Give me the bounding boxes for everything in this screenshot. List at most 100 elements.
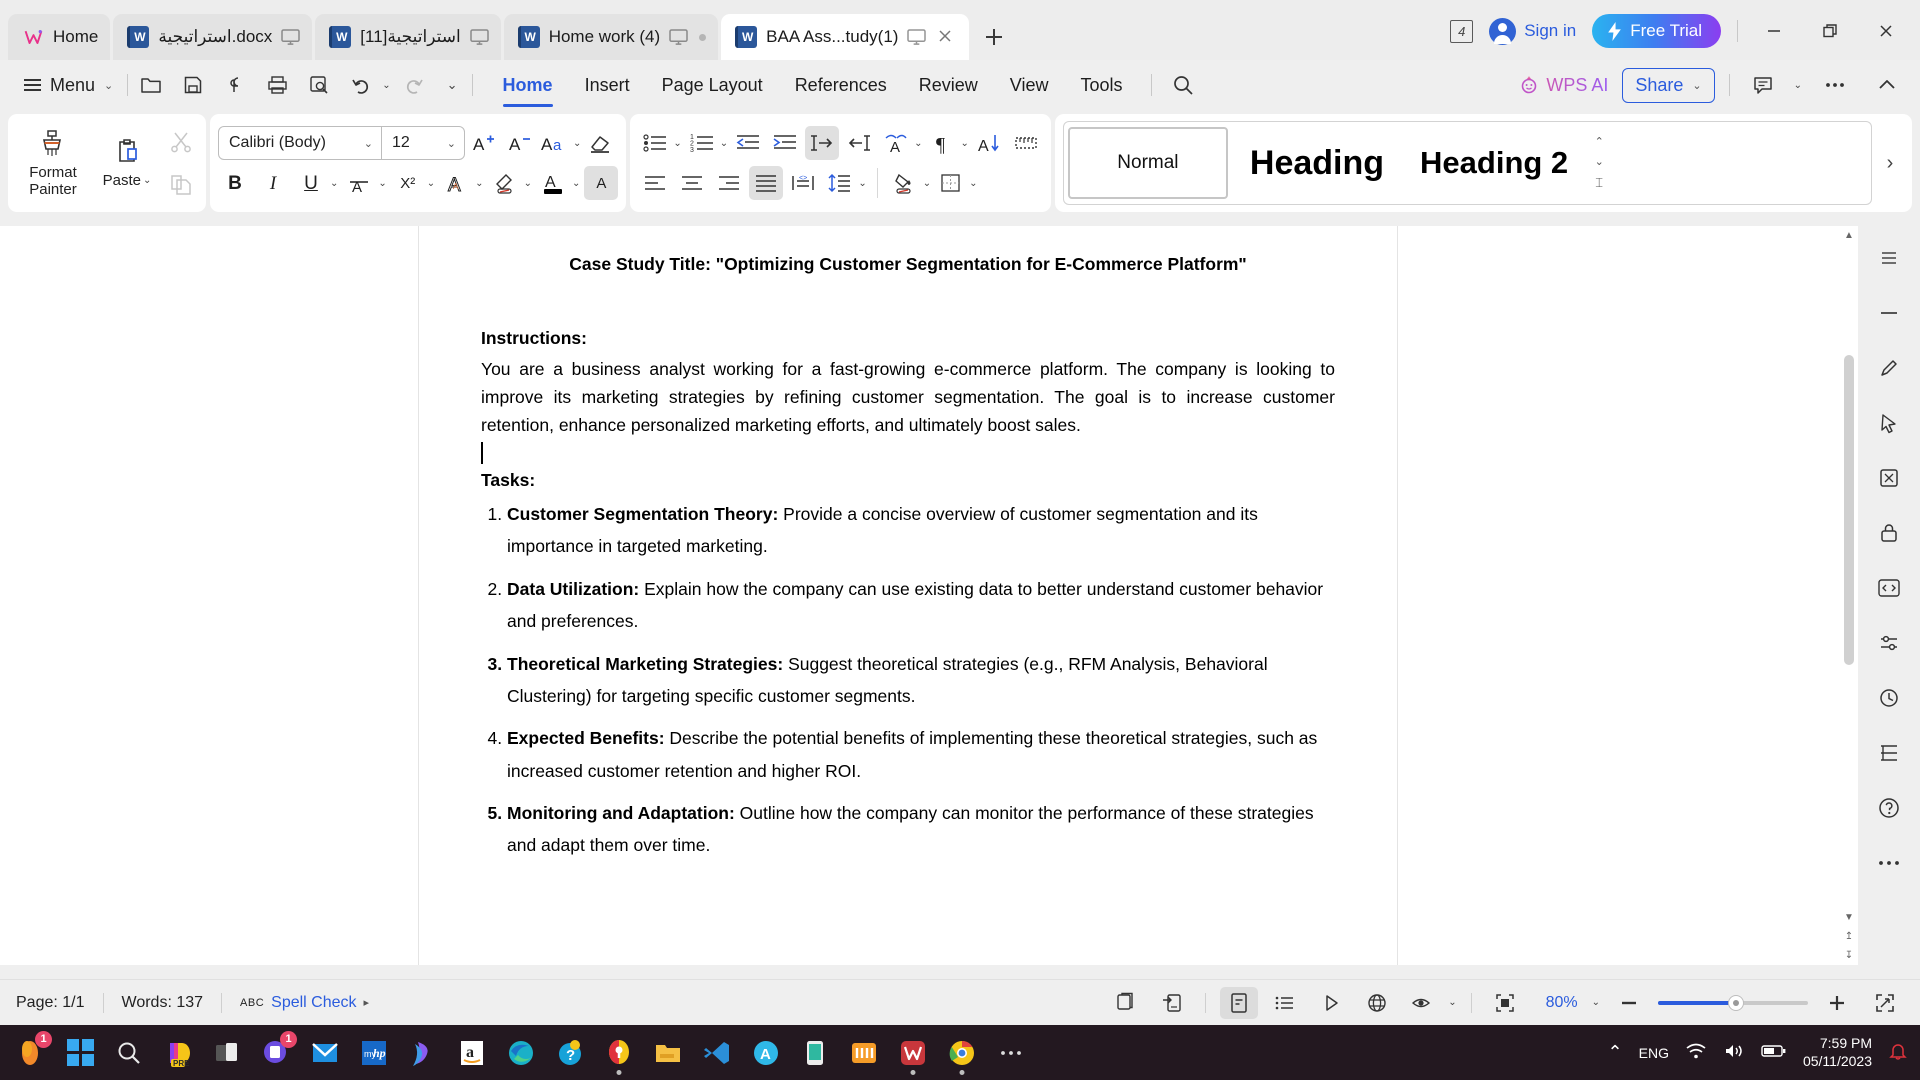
wps-ai-button[interactable]: WPS AI [1519, 75, 1608, 96]
chevron-down-icon[interactable]: ⌄ [330, 178, 338, 189]
crop-icon[interactable] [1869, 458, 1909, 498]
restore-button[interactable] [1810, 16, 1850, 46]
font-size-select[interactable]: 12 ⌄ [382, 127, 464, 159]
language-indicator[interactable]: ENG [1639, 1045, 1669, 1061]
zoom-out-button[interactable] [1610, 987, 1648, 1019]
chevron-down-icon[interactable]: ⌄ [1592, 997, 1600, 1008]
undo-chevron-icon[interactable]: ⌄ [382, 80, 390, 91]
zoom-slider[interactable] [1658, 994, 1808, 1011]
right-to-left-icon[interactable] [842, 126, 876, 160]
italic-button[interactable]: I [256, 166, 290, 200]
phonetic-guide-icon[interactable]: A [879, 126, 913, 160]
read-mode-view-button[interactable] [1153, 987, 1191, 1019]
designer-icon[interactable] [404, 1034, 442, 1072]
myhp-icon[interactable]: my hp [355, 1034, 393, 1072]
settings-sliders-icon[interactable] [1869, 623, 1909, 663]
web-layout-view-button[interactable] [1220, 986, 1259, 1019]
security-icon[interactable] [600, 1034, 638, 1075]
fullscreen-button[interactable] [1866, 987, 1904, 1019]
left-to-right-icon[interactable] [805, 126, 840, 160]
pen-icon[interactable] [1869, 348, 1909, 388]
document-content[interactable]: Case Study Title: "Optimizing Customer S… [419, 226, 1397, 862]
fit-page-button[interactable] [1486, 987, 1524, 1019]
tab-home[interactable]: Home [487, 68, 569, 107]
layout-icon[interactable] [1869, 733, 1909, 773]
numbered-list-icon[interactable]: 123 [685, 126, 719, 160]
phone-link-icon[interactable] [796, 1034, 834, 1072]
autodesk-icon[interactable]: A [747, 1034, 785, 1072]
undo-icon[interactable] [342, 68, 380, 102]
save-icon[interactable] [174, 68, 212, 102]
scroll-up-icon[interactable]: ▲ [1844, 226, 1854, 245]
more-tools-icon[interactable] [1869, 843, 1909, 883]
file-explorer-icon[interactable] [649, 1034, 687, 1072]
scroll-down-icon[interactable]: ⌄ [1595, 155, 1604, 168]
sign-in-button[interactable]: Sign in [1489, 17, 1576, 45]
cloud-sync-icon[interactable] [216, 68, 254, 102]
chevron-down-icon[interactable]: ⌄ [961, 138, 969, 149]
edge-icon[interactable] [502, 1034, 540, 1072]
tab-present-icon[interactable] [469, 28, 489, 46]
presentation-view-button[interactable] [1312, 987, 1350, 1019]
copy-icon[interactable] [164, 168, 198, 202]
chevron-down-icon[interactable]: ⌄ [427, 178, 435, 189]
distributed-align-icon[interactable]: <> [786, 166, 820, 200]
previous-page-icon[interactable]: ↥ [1845, 927, 1853, 946]
ruler-icon[interactable] [1009, 126, 1043, 160]
borders-icon[interactable] [934, 166, 968, 200]
expand-rail-icon[interactable] [1869, 238, 1909, 278]
zoom-in-button[interactable] [1818, 987, 1856, 1019]
clear-formatting-icon[interactable] [583, 126, 617, 160]
tab-present-icon[interactable] [907, 28, 927, 46]
bullet-list-icon[interactable] [638, 126, 672, 160]
chevron-down-icon[interactable]: ⌄ [475, 178, 483, 189]
style-heading[interactable]: Heading [1236, 127, 1398, 199]
sort-icon[interactable]: A [972, 126, 1006, 160]
paste-button[interactable]: Paste ⌄ [90, 118, 164, 208]
tab-view[interactable]: View [994, 68, 1065, 103]
task-view-icon[interactable] [208, 1034, 246, 1072]
collapse-ribbon-button[interactable] [1868, 68, 1906, 102]
show-paragraph-marks-icon[interactable]: ¶ [926, 126, 960, 160]
font-color-button[interactable]: A [536, 166, 570, 200]
volume-icon[interactable] [1723, 1042, 1745, 1063]
tab-present-icon[interactable] [281, 28, 301, 46]
tab-document-active[interactable]: W BAA Ass...tudy(1) [721, 14, 970, 60]
tab-document-3[interactable]: W Home work (4) [503, 14, 719, 60]
menu-button[interactable]: Menu ⌄ [14, 70, 123, 101]
spell-check-button[interactable]: ABC Spell Check ▸ [240, 994, 369, 1012]
zoom-level[interactable]: 80% [1540, 994, 1584, 1012]
vscode-icon[interactable] [698, 1034, 736, 1072]
document-page[interactable]: Case Study Title: "Optimizing Customer S… [418, 226, 1398, 965]
history-icon[interactable] [1869, 678, 1909, 718]
chrome-icon[interactable] [943, 1034, 981, 1075]
align-center-icon[interactable] [675, 166, 709, 200]
new-tab-button[interactable] [972, 14, 1016, 60]
more-icon[interactable] [1816, 68, 1854, 102]
chevron-down-icon[interactable]: ⌄ [858, 178, 866, 189]
next-page-icon[interactable]: ↧ [1845, 946, 1853, 965]
chevron-down-icon[interactable]: ⌄ [524, 178, 532, 189]
change-case-icon[interactable]: Aa [539, 126, 573, 160]
document-scrollbar[interactable]: ▲ ▼ ↥ ↧ [1840, 226, 1858, 965]
align-right-icon[interactable] [712, 166, 746, 200]
chevron-down-icon[interactable]: ⌄ [1448, 997, 1456, 1008]
amazon-icon[interactable]: a [453, 1034, 491, 1072]
tab-page-layout[interactable]: Page Layout [646, 68, 779, 103]
firefox-icon[interactable]: 1 [12, 1030, 52, 1072]
font-name-select[interactable]: Calibri (Body) ⌄ [219, 127, 381, 159]
search-icon[interactable] [110, 1034, 148, 1072]
tray-chevron-icon[interactable]: ⌃ [1608, 1042, 1623, 1063]
chevron-down-icon[interactable]: ⌄ [573, 138, 581, 149]
bold-button[interactable]: B [218, 166, 252, 200]
wps-office-icon[interactable] [894, 1034, 932, 1075]
print-icon[interactable] [258, 68, 296, 102]
chevron-down-icon[interactable]: ⌄ [969, 178, 977, 189]
align-left-icon[interactable] [638, 166, 672, 200]
print-preview-icon[interactable] [300, 68, 338, 102]
code-icon[interactable] [1869, 568, 1909, 608]
minimize-button[interactable] [1754, 16, 1794, 46]
tab-document-2[interactable]: W استراتيجية[11] [315, 14, 501, 60]
scroll-track[interactable] [1844, 245, 1854, 908]
outline-view-button[interactable] [1266, 987, 1304, 1019]
